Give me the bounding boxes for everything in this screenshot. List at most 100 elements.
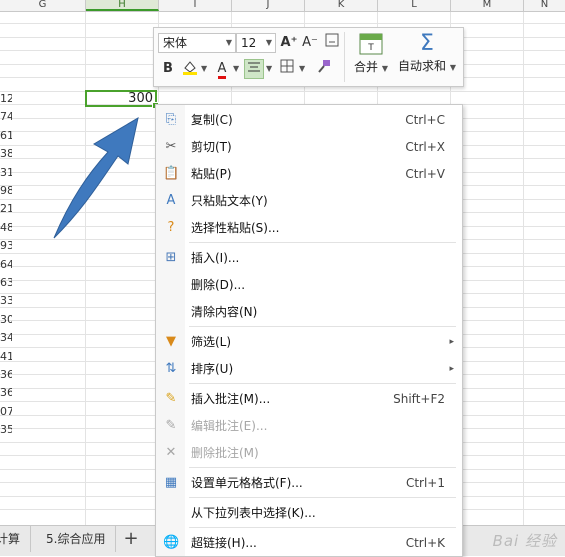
cell-value-partial[interactable]: 63 xyxy=(0,276,12,290)
sheet-tab-comprehensive[interactable]: 5.综合应用 xyxy=(36,526,117,552)
edit-comment-icon: ✎ xyxy=(165,418,177,433)
cell-value-partial[interactable]: 64 xyxy=(0,258,12,272)
cell-value-partial[interactable]: 12 xyxy=(0,92,12,106)
cell-value-partial[interactable]: 36 xyxy=(0,386,12,400)
menu-item-label: 排序(U) xyxy=(191,362,234,376)
font-name-select[interactable]: 宋体 ▼ xyxy=(158,33,236,53)
selected-cell-h[interactable]: 300 xyxy=(85,90,159,109)
menu-item-0[interactable]: ⎘ 复制(C) Ctrl+C xyxy=(156,107,462,133)
menu-item-8[interactable]: ▼ 筛选(L) ▸ xyxy=(156,329,462,355)
insert-comment-icon: ✎ xyxy=(165,391,177,406)
toolbar-divider xyxy=(344,32,345,82)
bold-button[interactable]: B xyxy=(158,59,178,79)
menu-item-label: 超链接(H)... xyxy=(191,536,257,550)
menu-item-15[interactable]: 🌐 超链接(H)... Ctrl+K xyxy=(156,530,462,556)
cell-value-partial[interactable]: 34 xyxy=(0,331,12,345)
cell-value-partial[interactable]: 36 xyxy=(0,368,12,382)
menu-item-9[interactable]: ⇅ 排序(U) ▸ xyxy=(156,356,462,382)
cell-value-partial[interactable]: 33 xyxy=(0,294,12,308)
align-dropdown[interactable]: ▼ xyxy=(266,64,272,73)
menu-item-2[interactable]: 📋 粘贴(P) Ctrl+V xyxy=(156,161,462,187)
grow-font-button[interactable]: A⁺ xyxy=(279,33,299,53)
cell-value-partial[interactable]: 07 xyxy=(0,405,12,419)
menu-item-label: 删除批注(M) xyxy=(191,446,259,460)
sigma-icon: Σ xyxy=(420,31,434,56)
menu-item-label: 筛选(L) xyxy=(191,335,232,349)
merge-button[interactable]: T 合并 ▼ xyxy=(349,31,393,83)
column-header-l[interactable]: L xyxy=(378,0,451,11)
align-center-button[interactable] xyxy=(244,59,264,79)
menu-item-10[interactable]: ✎ 插入批注(M)... Shift+F2 xyxy=(156,386,462,412)
scissors-icon: ✂ xyxy=(165,139,177,154)
autosum-button[interactable]: Σ 自动求和 ▼ xyxy=(394,31,460,83)
paste-icon: 📋 xyxy=(163,166,180,181)
chevron-down-icon: ▼ xyxy=(265,38,272,47)
font-name-value: 宋体 xyxy=(163,36,188,50)
menu-item-shortcut: Shift+F2 xyxy=(393,392,445,406)
cell-value-partial[interactable]: 31 xyxy=(0,166,12,180)
menu-item-4[interactable]: ? 选择性粘贴(S)... xyxy=(156,215,462,241)
cell-value-partial[interactable]: 93 xyxy=(0,239,12,253)
font-color-button[interactable]: A xyxy=(212,59,232,79)
cell-value-partial[interactable]: 98 xyxy=(0,184,12,198)
filter-icon: ▼ xyxy=(166,334,176,349)
autosum-label: 自动求和 xyxy=(398,59,447,73)
cell-value-partial[interactable]: 21 xyxy=(0,202,12,216)
fill-color-dropdown[interactable]: ▼ xyxy=(201,64,207,73)
menu-item-label: 从下拉列表中选择(K)... xyxy=(191,506,316,520)
cell-value-partial[interactable]: 41 xyxy=(0,350,12,364)
shrink-font-button[interactable]: A⁻ xyxy=(300,33,320,53)
menu-separator xyxy=(189,242,456,243)
copy-icon: ⎘ xyxy=(165,112,177,127)
format-cells-icon: ▦ xyxy=(164,475,178,490)
fill-color-button[interactable] xyxy=(180,59,200,79)
format-painter-icon xyxy=(318,60,330,73)
menu-item-6[interactable]: 删除(D)... xyxy=(156,272,462,298)
menu-item-1[interactable]: ✂ 剪切(T) Ctrl+X xyxy=(156,134,462,160)
column-header-j[interactable]: J xyxy=(232,0,305,11)
menu-item-7[interactable]: 清除内容(N) xyxy=(156,299,462,325)
column-header-h[interactable]: H xyxy=(86,0,159,11)
delete-comment-icon: ✕ xyxy=(165,445,177,460)
sort-icon: ⇅ xyxy=(165,361,177,376)
column-header-m[interactable]: M xyxy=(451,0,524,11)
merge-label: 合并 xyxy=(354,60,379,74)
menu-item-3[interactable]: A 只粘贴文本(Y) xyxy=(156,188,462,214)
clear-format-button[interactable] xyxy=(322,33,342,53)
paste-special-icon: ? xyxy=(167,220,175,235)
cell-value-partial[interactable]: 35 xyxy=(0,423,12,437)
borders-button[interactable] xyxy=(277,59,297,79)
menu-item-label: 复制(C) xyxy=(191,113,233,127)
font-size-select[interactable]: 12 ▼ xyxy=(236,33,276,53)
menu-separator xyxy=(189,527,456,528)
menu-item-14[interactable]: 从下拉列表中选择(K)... xyxy=(156,500,462,526)
menu-item-11[interactable]: ✎ 编辑批注(E)... xyxy=(156,413,462,439)
cell-value-partial[interactable]: 38 xyxy=(0,147,12,161)
menu-item-label: 清除内容(N) xyxy=(191,305,258,319)
cell-value-partial[interactable]: 30 xyxy=(0,313,12,327)
column-header-k[interactable]: K xyxy=(305,0,378,11)
menu-separator xyxy=(189,383,456,384)
menu-item-13[interactable]: ▦ 设置单元格格式(F)... Ctrl+1 xyxy=(156,470,462,496)
cell-value-partial[interactable]: 48 xyxy=(0,221,12,235)
format-painter-button[interactable] xyxy=(314,59,334,79)
add-sheet-button[interactable]: + xyxy=(116,526,146,552)
column-header-i[interactable]: I xyxy=(159,0,232,11)
submenu-arrow-icon: ▸ xyxy=(449,337,454,347)
submenu-arrow-icon: ▸ xyxy=(449,364,454,374)
grid-column-line xyxy=(523,12,524,525)
menu-item-5[interactable]: ⊞ 插入(I)... xyxy=(156,245,462,271)
menu-item-label: 剪切(T) xyxy=(191,140,232,154)
column-header-g[interactable]: G xyxy=(0,0,86,11)
cell-value-partial[interactable]: 61 xyxy=(0,129,12,143)
menu-item-12[interactable]: ✕ 删除批注(M) xyxy=(156,440,462,466)
column-header-n[interactable]: N xyxy=(524,0,565,11)
cell-value-partial[interactable]: 74 xyxy=(0,110,12,124)
watermark-logo: Bai 经验 xyxy=(492,532,557,550)
annotation-arrow-icon xyxy=(53,116,139,239)
menu-item-label: 删除(D)... xyxy=(191,278,246,292)
font-color-dropdown[interactable]: ▼ xyxy=(233,64,239,73)
sheet-tab-calc[interactable]: 计算 xyxy=(0,526,32,552)
context-menu: ⎘ 复制(C) Ctrl+C ✂ 剪切(T) Ctrl+X 📋 粘贴(P) Ctrl+V A 只粘贴… xyxy=(155,104,463,557)
borders-dropdown[interactable]: ▼ xyxy=(299,64,305,73)
